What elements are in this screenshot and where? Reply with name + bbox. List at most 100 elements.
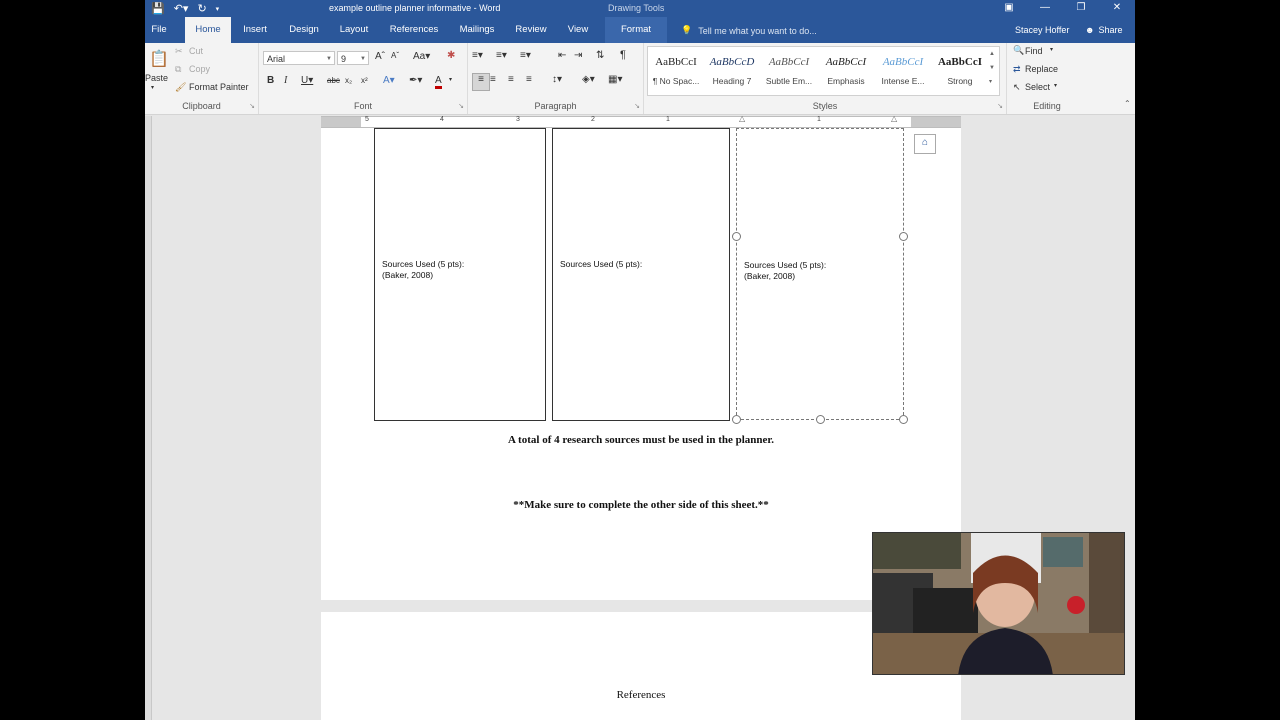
strikethrough-icon[interactable]: abc	[327, 76, 340, 85]
format-painter-icon[interactable]: 🖌	[175, 82, 186, 93]
sort-icon[interactable]: ⇅	[596, 50, 604, 61]
sources-box-2[interactable]: Sources Used (5 pts):	[552, 128, 730, 421]
copy-icon[interactable]: ⧉	[175, 64, 181, 75]
styles-scroll-down-icon[interactable]: ▼	[989, 65, 995, 71]
font-size-combo[interactable]: 9 ▼	[337, 51, 369, 65]
increase-indent-icon[interactable]: ⇥	[574, 50, 582, 61]
copy-button[interactable]: Copy	[189, 64, 210, 74]
minimize-icon[interactable]: —	[1027, 0, 1063, 17]
styles-scroll-up-icon[interactable]: ▲	[989, 51, 995, 57]
text-effects-icon[interactable]: A▾	[383, 75, 395, 86]
align-center-icon[interactable]: ≡	[490, 74, 496, 85]
line-spacing-icon[interactable]: ↕▾	[552, 74, 562, 85]
customize-qat-icon[interactable]: ▾	[216, 5, 220, 13]
italic-icon[interactable]: I	[284, 75, 287, 86]
tab-format[interactable]: Format	[605, 17, 667, 43]
tab-mailings[interactable]: Mailings	[455, 17, 499, 43]
cut-icon[interactable]: ✂	[175, 46, 183, 57]
justify-icon[interactable]: ≡	[526, 74, 532, 85]
ribbon-display-icon[interactable]: ▣	[991, 0, 1027, 17]
collapse-ribbon-icon[interactable]: ⌃	[1124, 99, 1131, 108]
style-strong[interactable]: AaBbCcI Strong	[932, 49, 988, 93]
numbering-icon[interactable]: ≡▾	[496, 50, 507, 61]
align-left-icon[interactable]: ≡	[472, 73, 490, 91]
tab-review[interactable]: Review	[513, 17, 549, 43]
paste-button[interactable]: Paste	[145, 73, 168, 83]
select-dropdown-icon[interactable]: ▾	[1054, 82, 1057, 89]
paragraph-launcher-icon[interactable]: ↘	[634, 102, 640, 110]
redo-icon[interactable]: ↻	[197, 2, 206, 15]
borders-icon[interactable]: ▦▾	[608, 74, 622, 85]
styles-more-icon[interactable]: ▾	[989, 78, 992, 85]
title-bar: 💾 ↶▾ ↻ ▾ example outline planner informa…	[145, 0, 1135, 17]
tab-insert[interactable]: Insert	[239, 17, 271, 43]
paste-icon[interactable]: 📋	[149, 49, 169, 69]
select-button[interactable]: Select	[1025, 82, 1050, 92]
font-color-icon[interactable]: A	[435, 75, 442, 89]
bullets-icon[interactable]: ≡▾	[472, 50, 483, 61]
shading-icon[interactable]: ◈▾	[582, 74, 595, 85]
shrink-font-icon[interactable]: Aˇ	[391, 51, 399, 60]
tab-design[interactable]: Design	[285, 17, 323, 43]
clipboard-launcher-icon[interactable]: ↘	[249, 102, 255, 110]
document-page-2[interactable]: References	[321, 612, 961, 720]
tab-file[interactable]: File	[145, 17, 173, 43]
resize-handle[interactable]	[899, 415, 908, 424]
layout-options-icon[interactable]: ⌂	[914, 134, 936, 154]
tab-view[interactable]: View	[563, 17, 593, 43]
style-intense-emphasis[interactable]: AaBbCcI Intense E...	[875, 49, 931, 93]
underline-icon[interactable]: U▾	[301, 75, 313, 86]
sources-box-3-selected[interactable]: Sources Used (5 pts): (Baker, 2008)	[736, 128, 904, 420]
styles-launcher-icon[interactable]: ↘	[997, 102, 1003, 110]
save-icon[interactable]: 💾	[151, 2, 165, 15]
align-right-icon[interactable]: ≡	[508, 74, 514, 85]
replace-button[interactable]: Replace	[1025, 64, 1058, 74]
ruler-number: 5	[365, 116, 369, 123]
format-painter-button[interactable]: Format Painter	[189, 82, 249, 92]
undo-icon[interactable]: ↶▾	[174, 2, 189, 15]
tell-me-box[interactable]: 💡 Tell me what you want to do...	[681, 25, 817, 36]
select-icon[interactable]: ↖	[1013, 82, 1021, 93]
grow-font-icon[interactable]: Aˆ	[375, 51, 385, 62]
resize-handle[interactable]	[732, 415, 741, 424]
tab-home[interactable]: Home	[185, 17, 231, 44]
find-dropdown-icon[interactable]: ▾	[1050, 46, 1053, 53]
cut-button[interactable]: Cut	[189, 46, 203, 56]
right-indent-marker-icon[interactable]: △	[891, 114, 897, 123]
change-case-icon[interactable]: Aa▾	[413, 51, 430, 62]
show-formatting-icon[interactable]: ¶	[620, 49, 626, 61]
paragraph-label: Paragraph	[534, 101, 577, 111]
superscript-icon[interactable]: x²	[361, 76, 368, 85]
tab-references[interactable]: References	[387, 17, 441, 43]
resize-handle[interactable]	[899, 232, 908, 241]
multilevel-list-icon[interactable]: ≡▾	[520, 50, 531, 61]
font-color-dropdown-icon[interactable]: ▾	[449, 76, 452, 83]
bold-icon[interactable]: B	[267, 75, 274, 86]
document-page[interactable]: Sources Used (5 pts): (Baker, 2008) Sour…	[321, 128, 961, 600]
style-heading-7[interactable]: AaBbCcD Heading 7	[704, 49, 760, 93]
sources-box-1[interactable]: Sources Used (5 pts): (Baker, 2008)	[374, 128, 546, 421]
clear-formatting-icon[interactable]: ✱	[447, 50, 455, 61]
font-name-combo[interactable]: Arial ▼	[263, 51, 335, 65]
close-icon[interactable]: ✕	[1099, 0, 1135, 17]
user-name[interactable]: Stacey Hoffer	[1015, 25, 1069, 35]
horizontal-ruler[interactable]: 5 4 3 2 1 1 △ △	[321, 114, 961, 128]
ruler-number: 1	[666, 116, 670, 123]
style-no-spacing[interactable]: AaBbCcI ¶ No Spac...	[648, 49, 704, 93]
font-launcher-icon[interactable]: ↘	[458, 102, 464, 110]
style-subtle-emphasis[interactable]: AaBbCcI Subtle Em...	[761, 49, 817, 93]
replace-icon[interactable]: ⇄	[1013, 64, 1021, 75]
find-button[interactable]: Find	[1025, 46, 1043, 56]
find-icon[interactable]: 🔍	[1013, 45, 1024, 56]
subscript-icon[interactable]: x₂	[345, 76, 352, 85]
share-button[interactable]: ☻ Share	[1085, 25, 1123, 35]
style-emphasis[interactable]: AaBbCcI Emphasis	[818, 49, 874, 93]
resize-handle[interactable]	[732, 232, 741, 241]
restore-icon[interactable]: ❐	[1063, 0, 1099, 17]
highlight-icon[interactable]: ✒▾	[409, 75, 422, 86]
indent-marker-icon[interactable]: △	[739, 114, 745, 123]
paste-dropdown-icon[interactable]: ▾	[151, 84, 154, 91]
resize-handle[interactable]	[816, 415, 825, 424]
tab-layout[interactable]: Layout	[337, 17, 371, 43]
decrease-indent-icon[interactable]: ⇤	[558, 50, 566, 61]
